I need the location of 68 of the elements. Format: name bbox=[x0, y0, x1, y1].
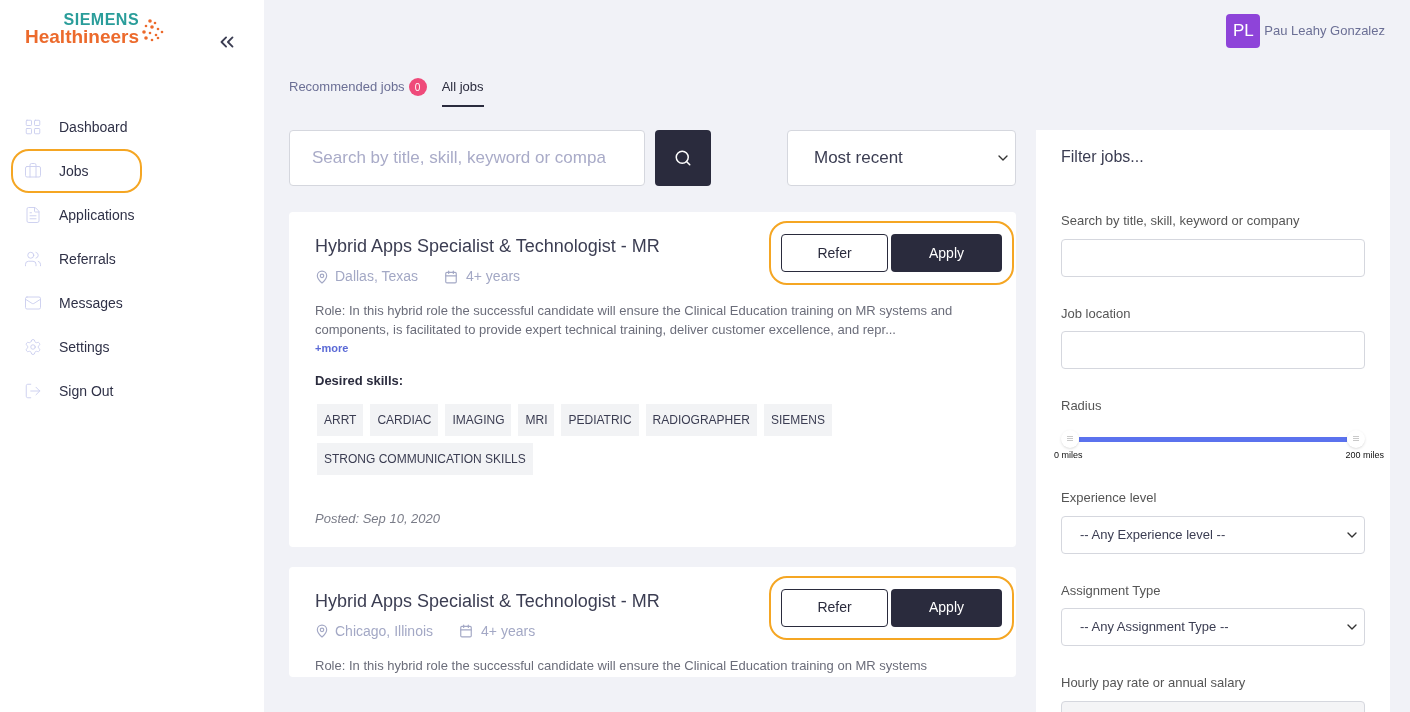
radius-slider[interactable] bbox=[1061, 429, 1365, 448]
sidebar-item[interactable]: Sign Out bbox=[13, 369, 144, 413]
skill-tag: PEDIATRIC bbox=[561, 404, 639, 436]
user-avatar[interactable]: PL bbox=[1226, 14, 1261, 48]
job-title[interactable]: Hybrid Apps Specialist & Technologist - MR bbox=[315, 234, 660, 258]
pin-icon bbox=[315, 624, 329, 638]
refer-button[interactable]: Refer bbox=[781, 588, 888, 627]
pin-icon bbox=[315, 269, 329, 284]
count-badge: 0 bbox=[408, 78, 427, 96]
slider-handle[interactable] bbox=[1061, 429, 1079, 448]
field-label: Radius bbox=[1061, 397, 1103, 415]
calendar-icon bbox=[444, 269, 458, 284]
sidebar-item[interactable]: Applications bbox=[13, 193, 144, 237]
field-label: Job location bbox=[1061, 304, 1132, 323]
field-label: Search by title, skill, keyword or company bbox=[1061, 212, 1301, 230]
grip-icon bbox=[1353, 436, 1359, 441]
field-label: Assignment Type bbox=[1061, 581, 1162, 600]
sidebar-item[interactable]: Messages bbox=[13, 281, 144, 325]
skill-tag: MRI bbox=[518, 404, 555, 436]
slider-max-label: 200 miles bbox=[1345, 448, 1384, 462]
skill-tag: ARRT bbox=[317, 404, 364, 436]
grip-icon bbox=[1067, 436, 1073, 441]
calendar-icon bbox=[459, 624, 474, 638]
document-icon bbox=[24, 206, 42, 224]
sidebar-item[interactable]: Settings bbox=[13, 325, 144, 369]
slider-handle[interactable] bbox=[1347, 429, 1365, 448]
skill-tag: CARDIAC bbox=[370, 404, 439, 436]
gear-icon bbox=[24, 338, 42, 356]
keyword-field[interactable] bbox=[1061, 238, 1365, 277]
job-title[interactable]: Hybrid Apps Specialist & Technologist - MR bbox=[315, 588, 660, 613]
more-link[interactable]: +more bbox=[315, 340, 990, 357]
sidebar-item[interactable]: Jobs bbox=[11, 149, 142, 193]
posted-date: Posted: Sep 10, 2020 bbox=[315, 510, 442, 528]
refer-button[interactable]: Refer bbox=[781, 234, 888, 272]
field-label: Hourly pay rate or annual salary bbox=[1061, 674, 1247, 692]
assignment-select[interactable]: -- Any Assignment Type -- bbox=[1061, 608, 1365, 646]
job-location: Dallas, Texas bbox=[335, 267, 418, 286]
user-name[interactable]: Pau Leahy Gonzalez bbox=[1264, 21, 1385, 41]
skill-tag: STRONG COMMUNICATION SKILLS bbox=[317, 443, 533, 475]
search-button[interactable] bbox=[655, 130, 711, 186]
people-icon bbox=[24, 250, 42, 268]
skills-heading: Desired skills: bbox=[315, 371, 405, 390]
sidebar-item[interactable]: Dashboard bbox=[13, 105, 144, 149]
skill-tag: SIEMENS bbox=[763, 404, 832, 436]
job-description: Role: In this hybrid role the successful candidate will ensure the Clinical Education training on MR systems and components, is facilitated to provide expert technical training, deliver customer excellence, and repr... bbox=[315, 302, 954, 339]
skill-tag: IMAGING bbox=[445, 404, 512, 436]
slider-min-label: 0 miles bbox=[1054, 448, 1083, 462]
apply-button[interactable]: Apply bbox=[891, 234, 1002, 272]
sidebar-item[interactable]: Referrals bbox=[13, 237, 144, 281]
briefcase-icon bbox=[24, 162, 42, 180]
search-icon bbox=[674, 149, 692, 167]
field-label: Experience level bbox=[1061, 489, 1158, 507]
job-experience: 4+ years bbox=[466, 267, 521, 286]
apply-button[interactable]: Apply bbox=[891, 588, 1002, 627]
filter-title: Filter jobs... bbox=[1061, 147, 1145, 167]
experience-select[interactable]: -- Any Experience level -- bbox=[1061, 515, 1365, 554]
grid-icon bbox=[24, 118, 42, 136]
search-field[interactable]: Search by title, skill, keyword or compa bbox=[289, 130, 645, 186]
tab[interactable]: Recommended jobs 0 bbox=[289, 75, 427, 107]
job-experience: 4+ years bbox=[481, 621, 536, 641]
location-field[interactable] bbox=[1061, 331, 1365, 369]
job-description: Role: In this hybrid role the successful candidate will ensure the Clinical Education training on MR systems bbox=[315, 656, 928, 675]
job-location: Chicago, Illinois bbox=[335, 621, 434, 641]
sort-select[interactable]: Most recent bbox=[787, 130, 1016, 186]
tab[interactable]: All jobs bbox=[441, 75, 484, 107]
skill-tag: RADIOGRAPHER bbox=[645, 404, 757, 436]
envelope-icon bbox=[24, 294, 42, 312]
exit-icon bbox=[24, 382, 42, 400]
